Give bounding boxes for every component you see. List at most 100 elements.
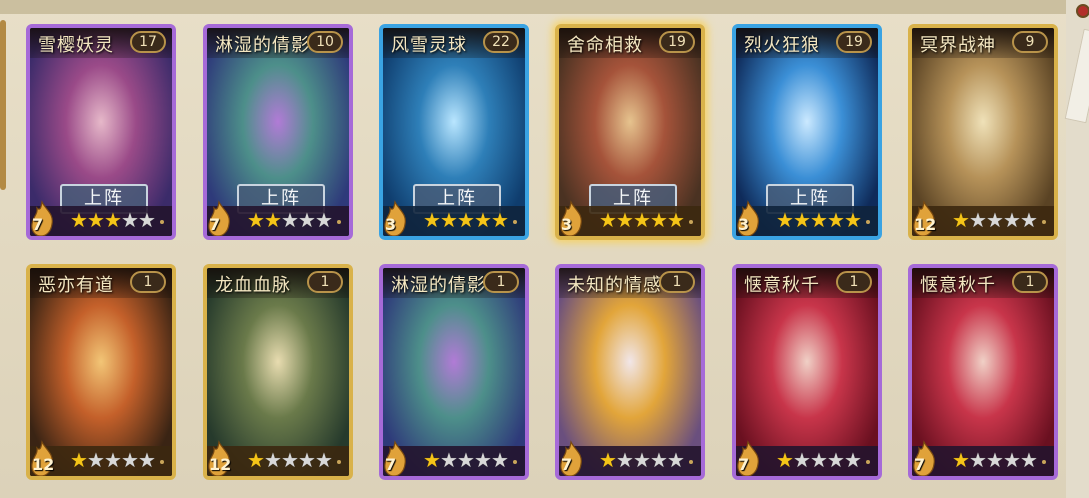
star-filled-icon: ★ [440,208,458,232]
star-filled-icon: ★ [87,208,105,232]
pip-icon [1042,460,1046,464]
card-level-badge: 9 [1012,31,1048,53]
card-rank: 7 [738,455,750,474]
scrollbar[interactable] [0,20,6,190]
star-empty-icon: ★ [440,448,458,472]
hero-card[interactable]: 冥界战神 9 12 ★ ★ ★ ★ ★ [908,24,1058,240]
hero-card[interactable]: 雪樱妖灵 17 上阵 7 ★ ★ ★ ★ ★ [26,24,176,240]
card-rank: 7 [385,455,397,474]
hero-card[interactable]: 惬意秋千 1 7 ★ ★ ★ ★ ★ [732,264,882,480]
hero-card[interactable]: 恶亦有道 1 12 ★ ★ ★ ★ ★ [26,264,176,480]
card-level-badge: 10 [307,31,343,53]
card-rank: 7 [209,215,221,234]
star-filled-icon: ★ [810,208,828,232]
card-rank: 3 [561,215,573,234]
star-filled-icon: ★ [793,208,811,232]
card-level-badge: 19 [659,31,695,53]
star-empty-icon: ★ [281,208,299,232]
hero-card[interactable]: 风雪灵球 22 上阵 3 ★ ★ ★ ★ ★ [379,24,529,240]
pip-icon [337,460,341,464]
star-filled-icon: ★ [423,448,441,472]
star-rating: ★ ★ ★ ★ ★ [952,208,1038,232]
card-name: 冥界战神 [920,35,996,56]
card-level-badge: 1 [1012,271,1048,293]
top-strip [0,0,1089,14]
card-level-badge: 19 [836,31,872,53]
star-filled-icon: ★ [457,208,475,232]
card-rank: 12 [32,455,55,474]
card-level-badge: 22 [483,31,519,53]
star-empty-icon: ★ [138,448,156,472]
pip-icon [160,460,164,464]
star-filled-icon: ★ [423,208,441,232]
card-name: 未知的情感 [567,275,662,296]
star-empty-icon: ★ [827,448,845,472]
card-name: 淋湿的倩影 [391,275,486,296]
star-empty-icon: ★ [986,208,1004,232]
card-level-badge: 1 [483,271,519,293]
card-name: 淋湿的倩影 [215,35,310,56]
star-filled-icon: ★ [952,448,970,472]
hero-card[interactable]: 烈火狂狼 19 上阵 3 ★ ★ ★ ★ ★ [732,24,882,240]
card-level-badge: 1 [307,271,343,293]
hero-card[interactable]: 舍命相救 19 上阵 3 ★ ★ ★ ★ ★ [555,24,705,240]
star-empty-icon: ★ [491,448,509,472]
star-filled-icon: ★ [104,208,122,232]
paper-tag-icon [1064,28,1089,124]
card-rank: 12 [209,455,232,474]
star-empty-icon: ★ [87,448,105,472]
card-rank: 7 [561,455,573,474]
star-filled-icon: ★ [599,448,617,472]
star-filled-icon: ★ [70,448,88,472]
star-empty-icon: ★ [281,448,299,472]
star-empty-icon: ★ [298,448,316,472]
hero-card[interactable]: 淋湿的倩影 1 7 ★ ★ ★ ★ ★ [379,264,529,480]
star-rating: ★ ★ ★ ★ ★ [70,208,156,232]
star-rating: ★ ★ ★ ★ ★ [423,208,509,232]
star-filled-icon: ★ [952,208,970,232]
pip-icon [866,460,870,464]
star-filled-icon: ★ [491,208,509,232]
star-empty-icon: ★ [315,208,333,232]
hero-card[interactable]: 淋湿的倩影 10 上阵 7 ★ ★ ★ ★ ★ [203,24,353,240]
star-empty-icon: ★ [650,448,668,472]
card-rank: 3 [738,215,750,234]
pip-icon [337,220,341,224]
card-level-badge: 17 [130,31,166,53]
star-empty-icon: ★ [104,448,122,472]
star-filled-icon: ★ [633,208,651,232]
star-empty-icon: ★ [121,448,139,472]
card-level-badge: 1 [130,271,166,293]
star-filled-icon: ★ [667,208,685,232]
star-empty-icon: ★ [121,208,139,232]
side-decoration [1064,0,1089,498]
star-filled-icon: ★ [264,208,282,232]
card-collection-panel: 雪樱妖灵 17 上阵 7 ★ ★ ★ ★ ★ 淋湿的倩影 10 上阵 7 ★ ★ ★ ★ ★ 风雪灵球 22 上阵 3 ★ ★… [0,0,1089,498]
card-rank: 3 [385,215,397,234]
star-empty-icon: ★ [969,208,987,232]
star-filled-icon: ★ [247,208,265,232]
star-filled-icon: ★ [70,208,88,232]
hero-card[interactable]: 龙血血脉 1 12 ★ ★ ★ ★ ★ [203,264,353,480]
star-filled-icon: ★ [844,208,862,232]
star-empty-icon: ★ [1003,208,1021,232]
star-filled-icon: ★ [650,208,668,232]
star-empty-icon: ★ [264,448,282,472]
card-name: 雪樱妖灵 [38,35,114,56]
pip-icon [513,460,517,464]
star-filled-icon: ★ [776,208,794,232]
star-filled-icon: ★ [616,208,634,232]
card-rank: 7 [914,455,926,474]
star-rating: ★ ★ ★ ★ ★ [70,448,156,472]
hero-card[interactable]: 未知的情感 1 7 ★ ★ ★ ★ ★ [555,264,705,480]
card-name: 龙血血脉 [215,275,291,296]
star-empty-icon: ★ [793,448,811,472]
card-name: 舍命相救 [567,35,643,56]
star-rating: ★ ★ ★ ★ ★ [599,448,685,472]
star-empty-icon: ★ [1020,448,1038,472]
hero-card[interactable]: 惬意秋千 1 7 ★ ★ ★ ★ ★ [908,264,1058,480]
card-level-badge: 1 [836,271,872,293]
star-empty-icon: ★ [457,448,475,472]
red-seal-icon [1076,4,1089,18]
star-rating: ★ ★ ★ ★ ★ [776,208,862,232]
